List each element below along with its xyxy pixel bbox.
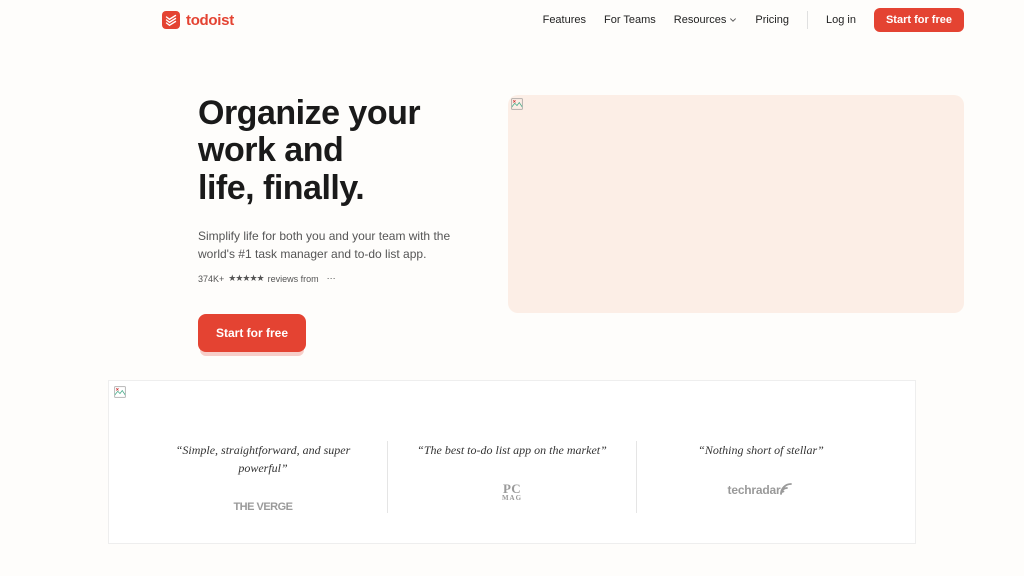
pc-mag-logo: PC MAG [408, 483, 616, 501]
hero-subtitle: Simplify life for both you and your team… [198, 227, 458, 263]
brand[interactable]: todoist [162, 11, 234, 29]
hero-title-line2: work and [198, 131, 343, 169]
hero-title-line3: life, finally. [198, 169, 364, 207]
radar-icon [780, 483, 794, 497]
hero-title: Organize your work and life, finally. [198, 95, 458, 207]
testimonials-section: “Simple, straightforward, and super powe… [108, 380, 916, 544]
hero-section: Organize your work and life, finally. Si… [0, 40, 1024, 352]
techradar-logo: techradar [657, 483, 865, 497]
android-icon: ⋯ [327, 273, 336, 284]
top-nav: todoist Features For Teams Resources Pri… [0, 0, 1024, 40]
reviews-stars: ★★★★★ [228, 273, 263, 284]
hero-content: Organize your work and life, finally. Si… [198, 95, 458, 352]
brand-name: todoist [186, 12, 234, 29]
testimonial-item: “Simple, straightforward, and super powe… [139, 441, 388, 513]
testimonial-quote: “Simple, straightforward, and super powe… [159, 441, 367, 477]
nav-resources[interactable]: Resources [674, 14, 738, 26]
hero-reviews: 374K+ ★★★★★ reviews from ⋯ [198, 273, 458, 284]
broken-image-icon [511, 98, 523, 110]
testimonial-item: “The best to-do list app on the market” … [388, 441, 637, 513]
nav-features[interactable]: Features [543, 14, 586, 26]
testimonial-item: “Nothing short of stellar” techradar [637, 441, 885, 513]
nav-log-in[interactable]: Log in [826, 14, 856, 26]
testimonial-quote: “Nothing short of stellar” [657, 441, 865, 459]
nav-divider [807, 11, 808, 29]
chevron-down-icon [729, 16, 737, 24]
broken-image-icon [114, 386, 126, 398]
todoist-logo-icon [162, 11, 180, 29]
testimonial-quote: “The best to-do list app on the market” [408, 441, 616, 459]
reviews-count: 374K+ [198, 274, 224, 284]
nav-pricing[interactable]: Pricing [755, 14, 789, 26]
nav-resources-label: Resources [674, 14, 727, 26]
hero-cta-button[interactable]: Start for free [198, 314, 306, 352]
nav-links: Features For Teams Resources Pricing Log… [543, 8, 964, 32]
hero-image-placeholder [508, 95, 964, 313]
nav-for-teams[interactable]: For Teams [604, 14, 656, 26]
techradar-text: techradar [728, 483, 781, 497]
testimonials-row: “Simple, straightforward, and super powe… [139, 441, 885, 513]
the-verge-logo: THE VERGE [159, 501, 367, 513]
reviews-text: reviews from [268, 274, 319, 284]
pcmag-line2: MAG [408, 495, 616, 501]
hero-title-line1: Organize your [198, 94, 420, 132]
nav-cta-button[interactable]: Start for free [874, 8, 964, 32]
